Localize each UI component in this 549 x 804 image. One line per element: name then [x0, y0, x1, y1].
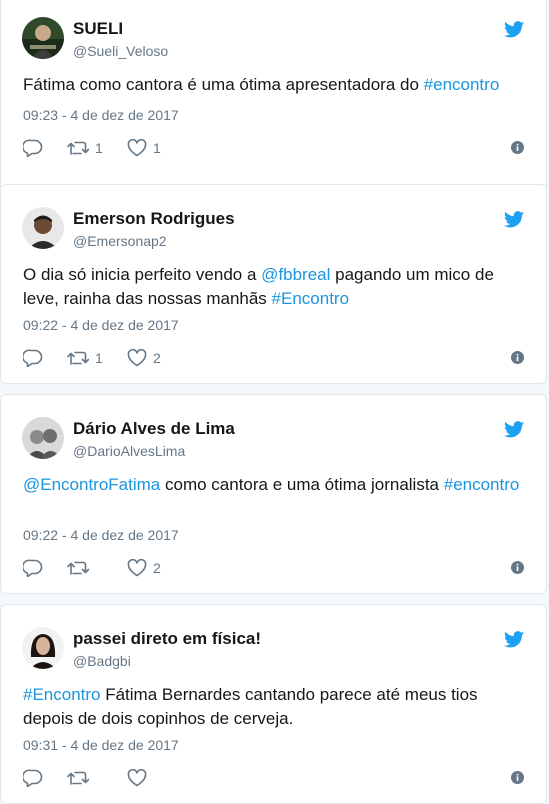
like-button[interactable]: 2 — [127, 348, 161, 368]
like-icon — [127, 349, 147, 367]
like-icon — [127, 559, 147, 577]
retweet-icon — [67, 141, 89, 155]
info-icon[interactable] — [511, 351, 524, 364]
avatar[interactable] — [22, 17, 64, 59]
tweet-text: @EncontroFatima como cantora e uma ótima… — [23, 473, 528, 497]
mention-link[interactable]: @fbbreal — [261, 265, 330, 284]
user-name[interactable]: passei direto em física! — [73, 629, 261, 649]
retweet-button[interactable]: 1 — [67, 138, 103, 158]
tweet-actions: 2 — [23, 558, 524, 578]
tweet-text: #Encontro Fátima Bernardes cantando pare… — [23, 683, 528, 731]
reply-button[interactable] — [23, 348, 43, 368]
like-count: 2 — [153, 560, 161, 576]
reply-button[interactable] — [23, 768, 43, 788]
reply-icon — [23, 139, 43, 157]
twitter-bird-icon[interactable] — [504, 631, 524, 648]
user-name[interactable]: SUELI — [73, 19, 123, 39]
avatar[interactable] — [22, 627, 64, 669]
retweet-icon — [67, 351, 89, 365]
timestamp[interactable]: 09:31 - 4 de dez de 2017 — [23, 737, 179, 753]
mention-link[interactable]: @EncontroFatima — [23, 475, 160, 494]
reply-button[interactable] — [23, 558, 43, 578]
user-handle[interactable]: @Sueli_Veloso — [73, 43, 168, 59]
tweet-actions: 1 1 — [23, 138, 524, 158]
retweet-button[interactable] — [67, 768, 95, 788]
tweet-card[interactable]: Dário Alves de Lima @DarioAlvesLima @Enc… — [0, 394, 547, 594]
retweet-button[interactable]: 1 — [67, 348, 103, 368]
twitter-bird-icon[interactable] — [504, 21, 524, 38]
info-icon[interactable] — [511, 561, 524, 574]
retweet-count: 1 — [95, 140, 103, 156]
reply-button[interactable] — [23, 138, 43, 158]
tweet-actions — [23, 768, 524, 788]
tweet-card[interactable]: SUELI @Sueli_Veloso Fátima como cantora … — [0, 0, 547, 194]
retweet-button[interactable] — [67, 558, 95, 578]
user-handle[interactable]: @DarioAlvesLima — [73, 443, 185, 459]
info-icon[interactable] — [511, 141, 524, 154]
text-segment: Fátima como cantora é uma ótima apresent… — [23, 75, 424, 94]
like-icon — [127, 139, 147, 157]
timestamp[interactable]: 09:23 - 4 de dez de 2017 — [23, 107, 179, 123]
like-count: 1 — [153, 140, 161, 156]
reply-icon — [23, 769, 43, 787]
twitter-bird-icon[interactable] — [504, 421, 524, 438]
avatar[interactable] — [22, 417, 64, 459]
user-name[interactable]: Dário Alves de Lima — [73, 419, 235, 439]
retweet-icon — [67, 771, 89, 785]
tweet-card[interactable]: passei direto em física! @Badgbi #Encont… — [0, 604, 547, 804]
reply-icon — [23, 559, 43, 577]
user-name[interactable]: Emerson Rodrigues — [73, 209, 235, 229]
user-handle[interactable]: @Badgbi — [73, 653, 131, 669]
hashtag-link[interactable]: #Encontro — [272, 289, 350, 308]
text-segment: O dia só inicia perfeito vendo a — [23, 265, 262, 284]
retweet-count: 1 — [95, 350, 103, 366]
reply-icon — [23, 349, 43, 367]
tweet-card[interactable]: Emerson Rodrigues @Emersonap2 O dia só i… — [0, 184, 547, 384]
info-icon[interactable] — [511, 771, 524, 784]
tweet-feed: SUELI @Sueli_Veloso Fátima como cantora … — [0, 0, 549, 804]
tweet-text: O dia só inicia perfeito vendo a @fbbrea… — [23, 263, 528, 311]
like-button[interactable]: 2 — [127, 558, 161, 578]
hashtag-link[interactable]: #Encontro — [23, 685, 101, 704]
tweet-text: Fátima como cantora é uma ótima apresent… — [23, 73, 528, 97]
retweet-icon — [67, 561, 89, 575]
like-count: 2 — [153, 350, 161, 366]
avatar[interactable] — [22, 207, 64, 249]
hashtag-link[interactable]: #encontro — [444, 475, 520, 494]
tweet-actions: 1 2 — [23, 348, 524, 368]
like-button[interactable]: 1 — [127, 138, 161, 158]
twitter-bird-icon[interactable] — [504, 211, 524, 228]
like-icon — [127, 769, 147, 787]
hashtag-link[interactable]: #encontro — [424, 75, 500, 94]
timestamp[interactable]: 09:22 - 4 de dez de 2017 — [23, 527, 179, 543]
text-segment: como cantora e uma ótima jornalista — [160, 475, 444, 494]
user-handle[interactable]: @Emersonap2 — [73, 233, 167, 249]
like-button[interactable] — [127, 768, 153, 788]
timestamp[interactable]: 09:22 - 4 de dez de 2017 — [23, 317, 179, 333]
